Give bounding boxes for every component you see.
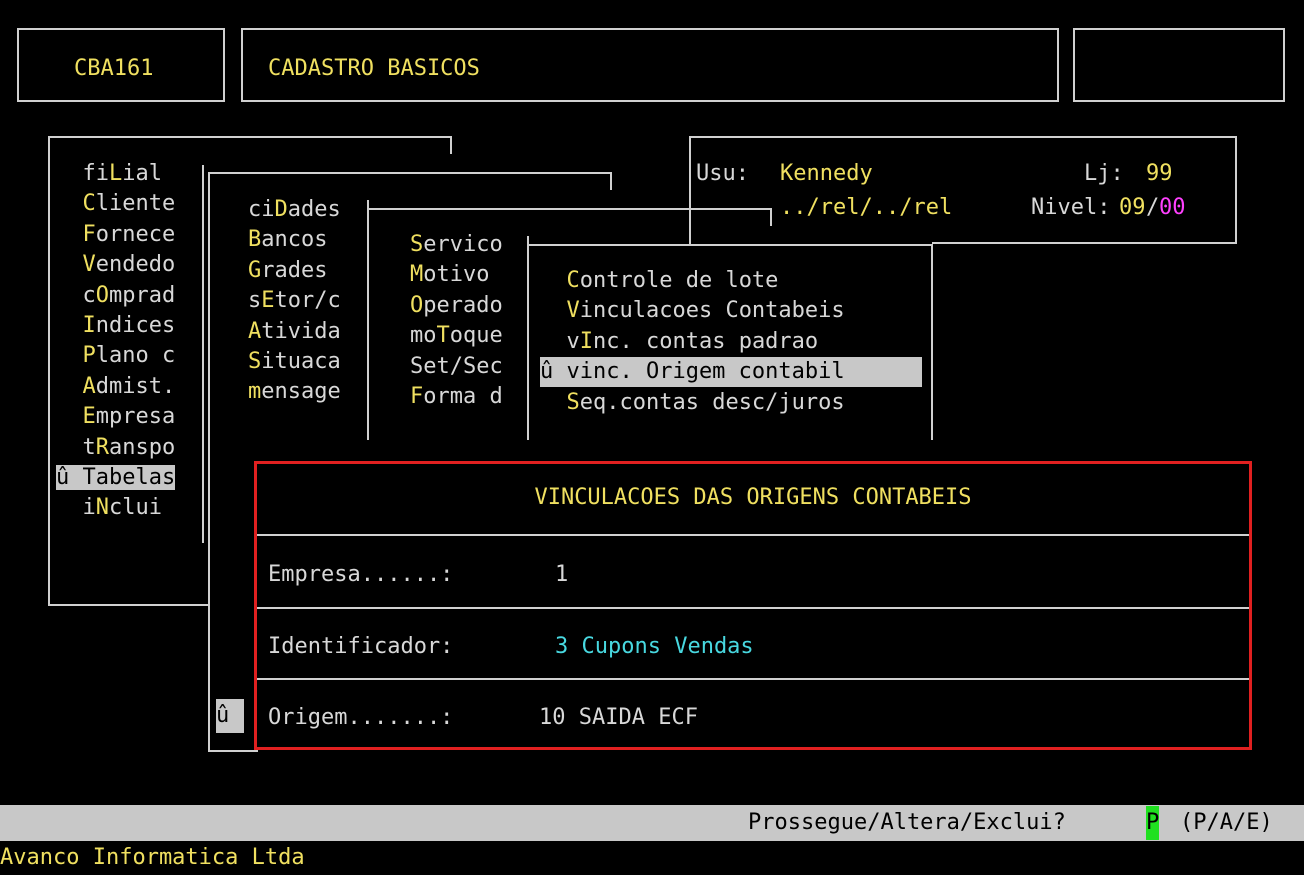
menu-item-servico[interactable]: Servico bbox=[410, 230, 503, 260]
dialog-divider-2 bbox=[257, 607, 1249, 609]
menu-item-grades[interactable]: Grades bbox=[248, 256, 341, 286]
menu-item-vinculacoes-contabeis[interactable]: Vinculacoes Contabeis bbox=[540, 296, 922, 326]
empresa-label: Empresa......: bbox=[268, 562, 454, 587]
empresa-field[interactable]: 1 bbox=[555, 558, 568, 592]
store-value: 99 bbox=[1146, 161, 1173, 186]
status-prompt: Prossegue/Altera/Exclui? bbox=[748, 810, 1066, 835]
program-code: CBA161 bbox=[74, 56, 154, 81]
origin-dialog: VINCULACOES DAS ORIGENS CONTABEIS Empres… bbox=[254, 461, 1252, 750]
menu-item-inclui[interactable]: iNclui bbox=[56, 493, 175, 523]
user-value: Kennedy bbox=[780, 161, 873, 186]
menu-item-atividade[interactable]: Ativida bbox=[248, 317, 341, 347]
menu-item-cliente[interactable]: Cliente bbox=[56, 189, 176, 219]
menu-item-vinc-origem-contabil[interactable]: û vinc. Origem contabil bbox=[540, 357, 922, 388]
menu-item-situacao[interactable]: Situaca bbox=[248, 347, 341, 377]
store-label: Lj: bbox=[1084, 161, 1124, 186]
dialog-title: VINCULACOES DAS ORIGENS CONTABEIS bbox=[534, 485, 972, 510]
menu-item-operador[interactable]: Operado bbox=[410, 291, 503, 321]
menu-item-tabelas[interactable]: û Tabelas bbox=[56, 463, 176, 493]
menu-item-mensagem[interactable]: mensage bbox=[248, 377, 341, 407]
menu-item-cidades[interactable]: ciDades bbox=[248, 195, 341, 225]
status-answer-field[interactable]: P bbox=[1146, 806, 1160, 840]
menu-2: ciDades Bancos Grades sEtor/c Ativida Si… bbox=[248, 195, 341, 408]
identificador-field[interactable]: 3 Cupons Vendas bbox=[555, 630, 754, 664]
menu-item-set-sec[interactable]: Set/Sec bbox=[410, 352, 503, 382]
menu-item-motivo[interactable]: Motivo bbox=[410, 260, 503, 290]
menu-item-forma[interactable]: Forma d bbox=[410, 382, 503, 412]
footer-company: Avanco Informatica Ltda bbox=[0, 845, 305, 870]
dialog-divider-3 bbox=[257, 678, 1249, 680]
status-bar bbox=[0, 805, 1304, 841]
dialog-divider-1 bbox=[257, 534, 1249, 536]
menu-4: Controle de lote Vinculacoes Contabeis v… bbox=[540, 266, 922, 418]
page-title: CADASTRO BASICOS bbox=[268, 56, 480, 81]
menu-2-marker: û bbox=[216, 699, 244, 733]
menu-item-vinc-contas-padrao[interactable]: vInc. contas padrao bbox=[540, 327, 922, 357]
origem-field[interactable]: 10 SAIDA ECF bbox=[539, 701, 698, 735]
origem-label: Origem.......: bbox=[268, 705, 454, 730]
menu-item-seq-contas[interactable]: Seq.contas desc/juros bbox=[540, 388, 922, 418]
identificador-label: Identificador: bbox=[268, 634, 454, 659]
level-sep: / bbox=[1146, 195, 1160, 220]
menu-item-plano[interactable]: Plano c bbox=[56, 341, 176, 371]
menu-item-comprad[interactable]: cOmprad bbox=[56, 281, 176, 311]
right-header-box bbox=[1073, 28, 1285, 102]
menu-item-motoque[interactable]: moToque bbox=[410, 321, 503, 351]
menu-item-controle-lote[interactable]: Controle de lote bbox=[540, 266, 922, 296]
menu-item-empresa[interactable]: Empresa bbox=[56, 402, 176, 432]
path-value: ../rel/../rel bbox=[780, 195, 953, 220]
menu-item-transpo[interactable]: tRanspo bbox=[56, 433, 176, 463]
menu-item-bancos[interactable]: Bancos bbox=[248, 225, 341, 255]
menu-item-fornece[interactable]: Fornece bbox=[56, 220, 176, 250]
menu-item-filial[interactable]: fiLial bbox=[56, 159, 175, 189]
status-options: (P/A/E) bbox=[1180, 810, 1273, 835]
level-value-b: 00 bbox=[1159, 195, 1186, 220]
menu-item-indices[interactable]: Indices bbox=[56, 311, 176, 341]
menu-3: Servico Motivo Operado moToque Set/Sec F… bbox=[410, 230, 503, 412]
user-label: Usu: bbox=[696, 161, 749, 186]
level-label: Nivel: bbox=[1031, 195, 1111, 220]
menu-item-admist[interactable]: Admist. bbox=[56, 372, 176, 402]
menu-1: fiLial Cliente Fornece Vendedo cOmprad I… bbox=[56, 159, 175, 524]
level-value-a: 09 bbox=[1119, 195, 1146, 220]
menu-item-vendedo[interactable]: Vendedo bbox=[56, 250, 176, 280]
menu-item-setor[interactable]: sEtor/c bbox=[248, 286, 341, 316]
